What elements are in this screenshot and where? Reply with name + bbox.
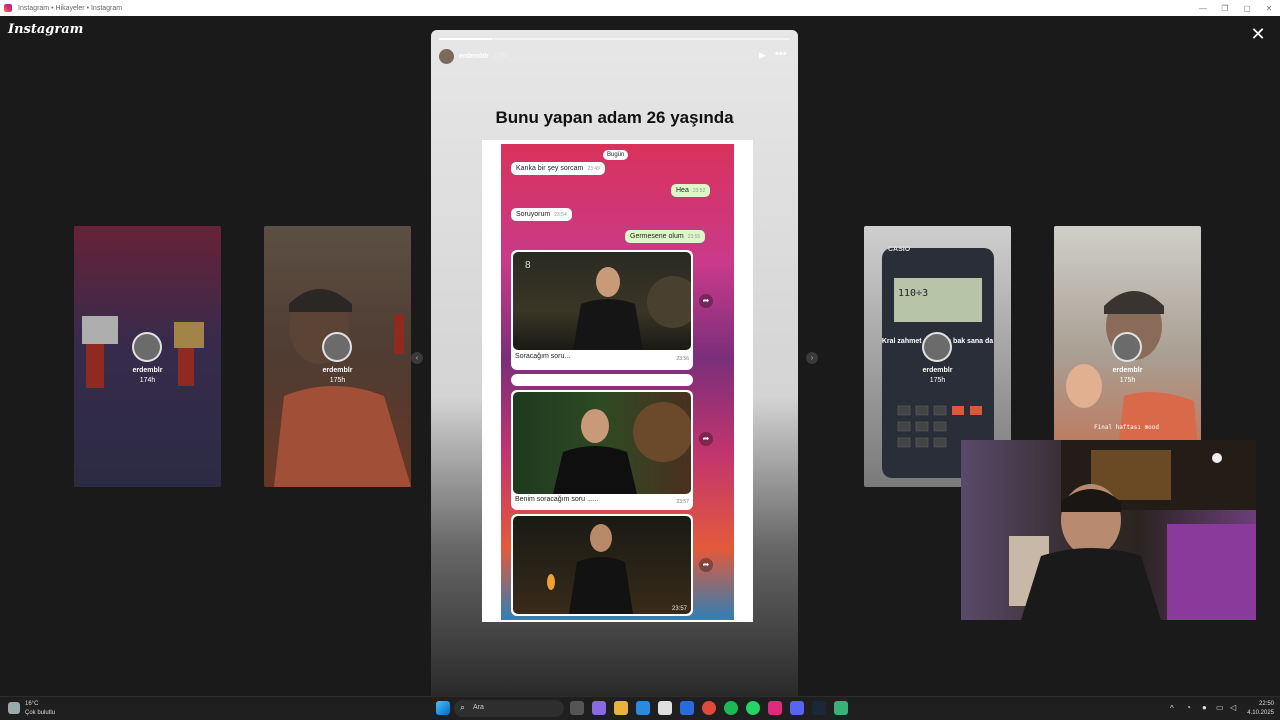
webcam-overlay xyxy=(961,440,1256,620)
start-menu-icon[interactable] xyxy=(436,701,450,715)
file-explorer-icon[interactable] xyxy=(614,701,628,715)
instagram-favicon-icon xyxy=(4,4,12,12)
next-story-button[interactable]: › xyxy=(806,352,818,364)
discord-icon[interactable] xyxy=(790,701,804,715)
app-icon[interactable] xyxy=(834,701,848,715)
restore-icon[interactable]: ❐ xyxy=(1214,0,1236,16)
forward-icon[interactable]: ➦ xyxy=(699,558,713,572)
tray-chevron-icon[interactable]: ^ xyxy=(1170,704,1174,713)
story-username[interactable]: erdemblr xyxy=(459,53,489,60)
chat-date-label: Bugün xyxy=(603,150,629,160)
video-time: 23:57 xyxy=(676,499,689,505)
story-preview-username: erdemblr xyxy=(322,367,353,374)
window-close-icon[interactable]: ✕ xyxy=(1258,0,1280,16)
search-placeholder: Ara xyxy=(473,704,484,711)
weather-temperature[interactable]: 16°C xyxy=(25,701,38,707)
person-silhouette xyxy=(553,402,691,494)
clock-time[interactable]: 22:50 xyxy=(1252,701,1274,707)
story-preview-card[interactable]: erdemblr 175h xyxy=(264,226,411,487)
more-options-icon[interactable]: ••• xyxy=(775,48,787,60)
story-header: erdemblr 175h ▶ ••• xyxy=(439,48,790,64)
story-preview-time: 175h xyxy=(929,377,946,384)
video-caption: Benim soracağım soru ...... xyxy=(515,496,599,503)
microphone-icon[interactable]: ● xyxy=(1202,703,1207,712)
search-icon: ⌕ xyxy=(460,702,466,712)
window-titlebar: Instagram • Hikayeler • Instagram — ❐ ▢ … xyxy=(0,0,1280,16)
instagram-icon[interactable] xyxy=(768,701,782,715)
story-preview-username: erdemblr xyxy=(132,367,163,374)
clock-date[interactable]: 4.10.2025 xyxy=(1240,710,1274,716)
chat-message: Soruyorum 23:54 xyxy=(511,208,572,221)
chat-message: Hea 23:52 xyxy=(671,184,711,197)
story-preview-time: 175h xyxy=(329,377,346,384)
story-preview-card[interactable]: erdemblr 174h xyxy=(74,226,221,487)
video-message[interactable]: 8 Soracağım soru... 23:56 xyxy=(511,250,693,370)
whatsapp-icon[interactable] xyxy=(746,701,760,715)
video-thumbnail xyxy=(513,392,691,494)
network-icon[interactable]: ◔ xyxy=(1186,703,1191,712)
display-icon[interactable]: ▭ xyxy=(1216,703,1224,712)
video-thumbnail: 8 xyxy=(513,252,691,350)
story-progress-bar xyxy=(439,38,790,40)
story-overlay-text: Final haftası mood xyxy=(1094,424,1160,431)
maximize-icon[interactable]: ▢ xyxy=(1236,0,1258,16)
chat-message: Germesene olum 23:55 xyxy=(625,230,706,243)
forward-icon[interactable]: ➦ xyxy=(699,294,713,308)
webcam-feed xyxy=(1009,440,1256,620)
avatar xyxy=(922,332,952,362)
spotify-icon[interactable] xyxy=(724,701,738,715)
story-preview-username: erdemblr xyxy=(922,367,953,374)
avatar xyxy=(1112,332,1142,362)
video-message[interactable]: 23:57 xyxy=(511,514,693,616)
video-message[interactable] xyxy=(511,374,693,386)
video-time: 23:56 xyxy=(676,356,689,362)
avatar xyxy=(132,332,162,362)
story-headline: Bunu yapan adam 26 yaşında xyxy=(495,108,734,127)
story-preview-time: 175h xyxy=(1119,377,1136,384)
close-viewer-button[interactable]: ✕ xyxy=(1248,24,1268,44)
taskbar: 16°C Çok bulutlu ⌕ Ara ^ ◔ ● ▭ ◁ 22:50 4… xyxy=(0,696,1280,720)
video-thumbnail: 23:57 xyxy=(513,516,691,614)
story-preview-username: erdemblr xyxy=(1112,367,1143,374)
forward-icon[interactable]: ➦ xyxy=(699,432,713,446)
video-message[interactable]: Benim soracağım soru ...... 23:57 xyxy=(511,390,693,510)
video-time: 23:57 xyxy=(671,606,687,612)
active-story[interactable]: erdemblr 175h ▶ ••• Bunu yapan adam 26 y… xyxy=(431,30,798,696)
chat-screenshot: Bugün Kanka bir şey sorcam 23:49 Hea 23:52… xyxy=(482,140,753,622)
previous-story-button[interactable]: ‹ xyxy=(411,352,423,364)
video-badge: 8 xyxy=(525,260,531,271)
story-preview-time: 174h xyxy=(139,377,156,384)
task-view-icon[interactable] xyxy=(570,701,584,715)
avatar xyxy=(322,332,352,362)
minimize-icon[interactable]: — xyxy=(1192,0,1214,16)
calculator-brand: CASIO xyxy=(888,246,911,253)
window-title: Instagram • Hikayeler • Instagram xyxy=(18,4,123,12)
weather-description[interactable]: Çok bulutlu xyxy=(25,710,55,716)
volume-icon[interactable]: ◁ xyxy=(1230,703,1236,712)
weather-icon[interactable] xyxy=(8,702,20,714)
calculator-display: 110÷3 xyxy=(898,288,929,299)
person-silhouette xyxy=(547,524,633,614)
chat-message: Kanka bir şey sorcam 23:49 xyxy=(511,162,605,175)
edge-icon[interactable] xyxy=(636,701,650,715)
mail-icon[interactable] xyxy=(680,701,694,715)
play-icon[interactable]: ▶ xyxy=(759,50,766,61)
avatar[interactable] xyxy=(439,48,454,64)
person-silhouette xyxy=(573,267,691,350)
copilot-icon[interactable] xyxy=(592,701,606,715)
chrome-icon[interactable] xyxy=(702,701,716,715)
steam-icon[interactable] xyxy=(812,701,826,715)
store-icon[interactable] xyxy=(658,701,672,715)
story-progress-fill xyxy=(439,38,492,40)
chat-background: Bugün Kanka bir şey sorcam 23:49 Hea 23:52… xyxy=(501,144,734,620)
taskbar-search-box[interactable]: ⌕ Ara xyxy=(454,700,564,717)
instagram-logo[interactable]: Instagram xyxy=(8,22,83,37)
story-time: 175h xyxy=(492,52,509,60)
video-caption: Soracağım soru... xyxy=(515,353,571,360)
